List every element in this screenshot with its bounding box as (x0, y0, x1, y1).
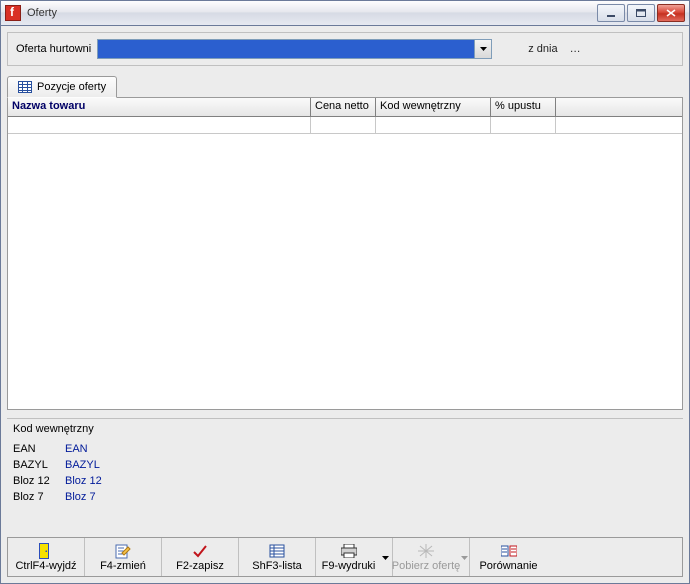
col-header-discount[interactable]: % upustu (491, 98, 556, 116)
compare-label: Porównanie (479, 560, 537, 572)
cell (8, 117, 311, 133)
window-buttons (597, 4, 685, 22)
code-row-bloz12: Bloz 12 Bloz 12 (13, 473, 677, 489)
table-row[interactable] (8, 117, 682, 134)
print-button[interactable]: F9-wydruki (316, 538, 393, 576)
tab-strip: Pozycje oferty (7, 76, 683, 98)
tab-positions-label: Pozycje oferty (37, 81, 106, 93)
grid-header: Nazwa towaru Cena netto Kod wewnętrzny %… (8, 98, 682, 117)
printer-icon (341, 543, 357, 559)
list-label: ShF3-lista (252, 560, 302, 572)
burst-icon (418, 543, 434, 559)
door-icon (39, 543, 53, 559)
code-row-bazyl: BAZYL BAZYL (13, 457, 677, 473)
title-bar: Oferty (0, 0, 690, 26)
grid-icon (18, 81, 32, 93)
close-icon (666, 9, 676, 17)
col-header-price[interactable]: Cena netto (311, 98, 376, 116)
action-bar: CtrlF4-wyjdź F4-zmień F2-zapisz ShF3-lis… (7, 537, 683, 577)
minimize-button[interactable] (597, 4, 625, 22)
list-button[interactable]: ShF3-lista (239, 538, 316, 576)
chevron-down-icon (461, 556, 468, 560)
chevron-down-icon (382, 556, 389, 560)
tab-positions[interactable]: Pozycje oferty (7, 76, 117, 98)
code-link-bloz7[interactable]: Bloz 7 (65, 491, 96, 503)
exit-label: CtrlF4-wyjdź (15, 560, 76, 572)
print-dropdown[interactable] (382, 551, 390, 563)
print-label: F9-wydruki (322, 560, 376, 572)
code-link-bazyl[interactable]: BAZYL (65, 459, 100, 471)
save-label: F2-zapisz (176, 560, 224, 572)
cell (311, 117, 376, 133)
wholesaler-combo-button[interactable] (474, 40, 491, 58)
code-label: Bloz 7 (13, 491, 65, 503)
change-label: F4-zmień (100, 560, 146, 572)
window-title: Oferty (27, 7, 597, 19)
filter-bar: Oferta hurtowni z dnia … (7, 32, 683, 66)
compare-button[interactable]: Porównanie (470, 538, 547, 576)
check-icon (192, 543, 208, 559)
code-label: EAN (13, 443, 65, 455)
code-label: Bloz 12 (13, 475, 65, 487)
offer-label: Oferta hurtowni (16, 43, 91, 55)
cell (376, 117, 491, 133)
offer-grid[interactable]: Nazwa towaru Cena netto Kod wewnętrzny %… (7, 98, 683, 410)
date-label: z dnia (528, 43, 557, 55)
date-value[interactable]: … (570, 43, 581, 55)
compare-icon (501, 543, 517, 559)
wholesaler-combo[interactable] (97, 39, 492, 59)
cell (491, 117, 556, 133)
col-header-name[interactable]: Nazwa towaru (8, 98, 311, 116)
fetch-label: Pobierz ofertę (392, 560, 460, 572)
code-label: BAZYL (13, 459, 65, 471)
maximize-icon (636, 9, 646, 17)
fetch-offer-button: Pobierz ofertę (393, 538, 470, 576)
close-button[interactable] (657, 4, 685, 22)
chevron-down-icon (480, 47, 487, 51)
edit-card-icon (115, 543, 131, 559)
code-row-bloz7: Bloz 7 Bloz 7 (13, 489, 677, 505)
maximize-button[interactable] (627, 4, 655, 22)
internal-code-title: Kod wewnętrzny (13, 423, 677, 435)
app-icon (5, 5, 21, 21)
code-row-ean: EAN EAN (13, 441, 677, 457)
col-header-code[interactable]: Kod wewnętrzny (376, 98, 491, 116)
minimize-icon (606, 9, 616, 17)
wholesaler-combo-value (98, 40, 474, 58)
internal-code-panel: Kod wewnętrzny EAN EAN BAZYL BAZYL Bloz … (7, 418, 683, 537)
code-link-bloz12[interactable]: Bloz 12 (65, 475, 102, 487)
fetch-dropdown (461, 551, 468, 563)
change-button[interactable]: F4-zmień (85, 538, 162, 576)
exit-button[interactable]: CtrlF4-wyjdź (8, 538, 85, 576)
code-link-ean[interactable]: EAN (65, 443, 88, 455)
list-icon (269, 543, 285, 559)
save-button[interactable]: F2-zapisz (162, 538, 239, 576)
